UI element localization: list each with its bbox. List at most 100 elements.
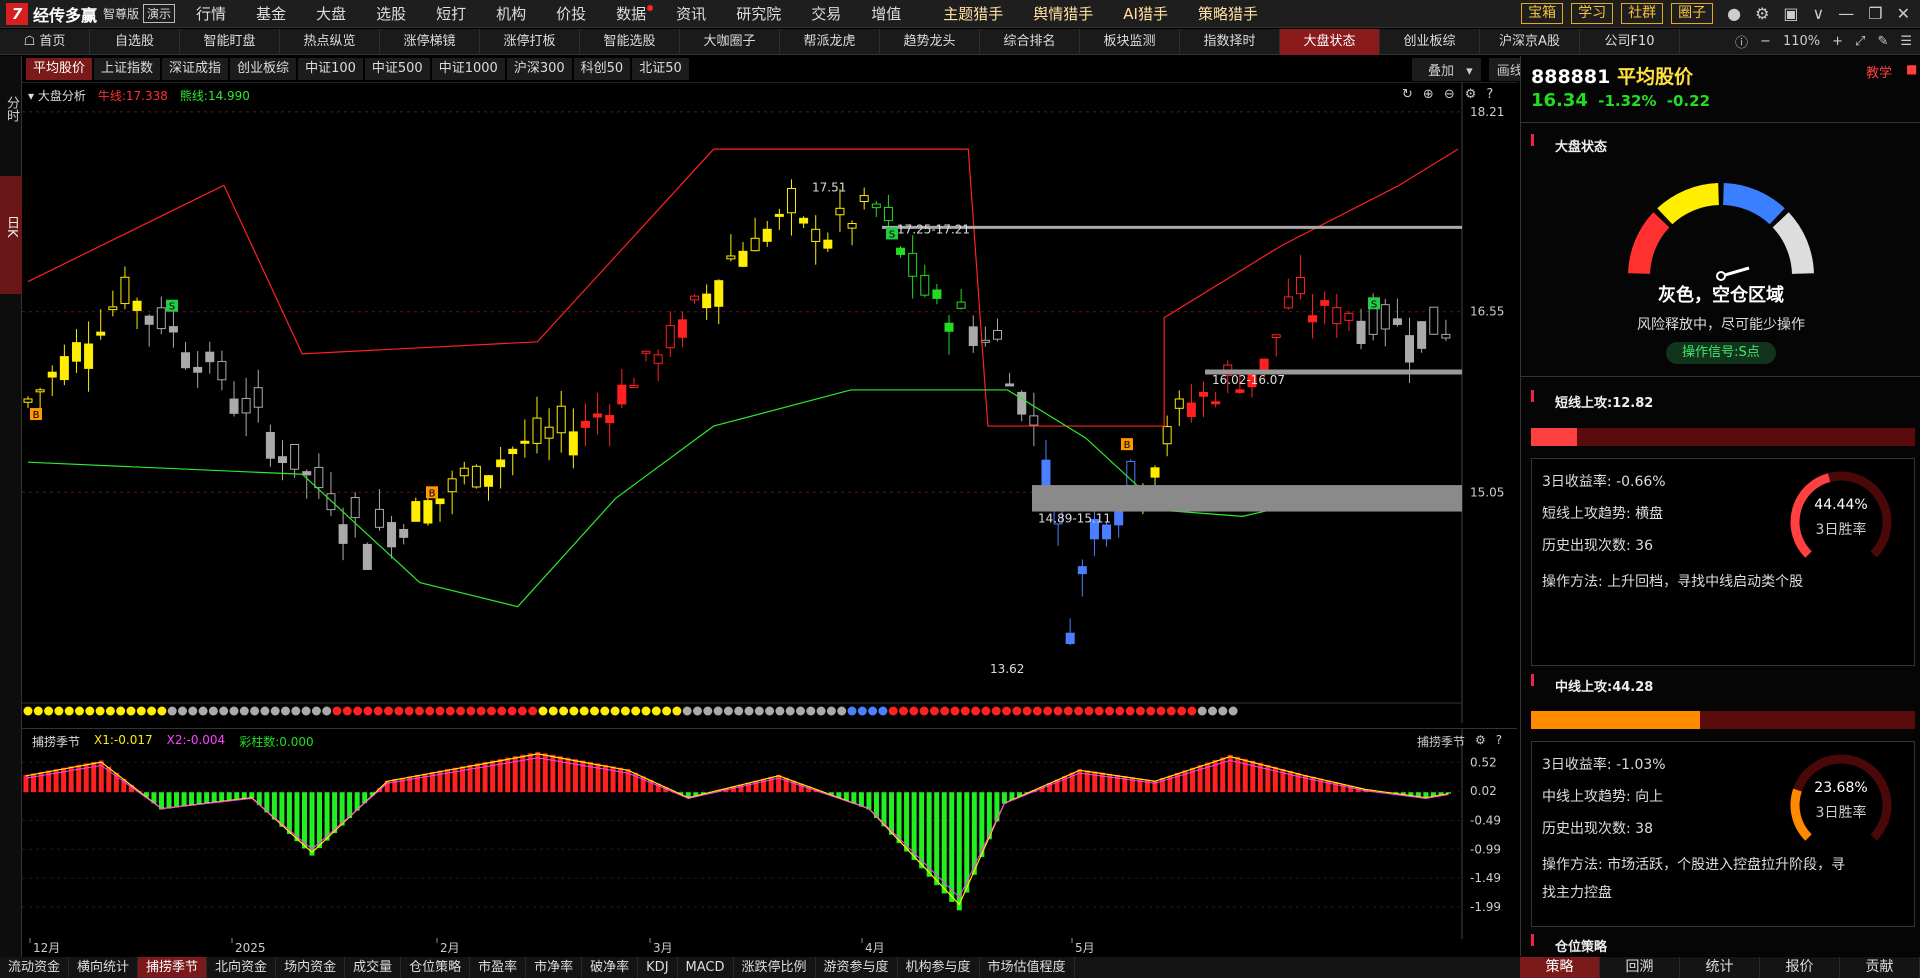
main-chart[interactable]: 18.21 16.55 15.05 17.51 17.25-17.21 16.02-16.… (22, 82, 1517, 723)
nav-item[interactable]: 智能选股 (580, 28, 680, 55)
right-bottom-tab[interactable]: 统计 (1680, 957, 1760, 978)
index-tab[interactable]: 北证50 (632, 58, 689, 80)
bottom-tab[interactable]: 涨跌停比例 (734, 957, 816, 978)
top-menu-item[interactable]: 选股 (361, 3, 421, 24)
indicator-panel[interactable]: 0.52 0.02 -0.49 -0.99 -1.49 -1.99 捕捞季节 X1:-0.… (22, 728, 1517, 939)
help-icon[interactable]: ? (1486, 87, 1493, 102)
chart-settings-icon[interactable]: ⚙ (1465, 87, 1477, 102)
top-button[interactable]: 社群 (1621, 3, 1664, 24)
settings-gear-icon[interactable]: ⚙ (1755, 4, 1769, 23)
indicator-help-icon[interactable]: ? (1496, 733, 1502, 750)
index-tab[interactable]: 上证指数 (94, 58, 161, 80)
demo-badge[interactable]: 演示 (143, 4, 176, 23)
buy-signal-icon[interactable]: B (426, 486, 438, 499)
pen-icon[interactable]: ✎ (1877, 34, 1888, 49)
indicator-settings-icon[interactable]: ⚙ (1475, 733, 1486, 750)
kline-chart-svg[interactable]: 18.21 16.55 15.05 17.51 17.25-17.21 16.02-16.… (22, 83, 1517, 723)
nav-item[interactable]: 热点纵览 (280, 28, 380, 55)
sell-signal-icon[interactable]: S (1368, 297, 1380, 310)
bottom-tab[interactable]: 场内资金 (276, 957, 346, 978)
buy-signal-icon[interactable]: B (30, 408, 42, 421)
nav-item[interactable]: 涨停打板 (480, 28, 580, 55)
bottom-tab[interactable]: 游资参与度 (816, 957, 898, 978)
top-menu-item[interactable]: 机构 (481, 3, 541, 24)
nav-item[interactable]: 大盘状态 (1280, 28, 1380, 55)
top-menu-item[interactable]: 大盘 (301, 3, 361, 24)
bottom-tab[interactable]: 破净率 (582, 957, 639, 978)
indicator-svg[interactable]: 0.52 0.02 -0.49 -0.99 -1.49 -1.99 (22, 729, 1517, 939)
nav-item[interactable]: 自选股 (90, 28, 180, 55)
top-button[interactable]: 圈子 (1671, 3, 1714, 24)
top-menu-item[interactable]: 价投 (541, 3, 601, 24)
bottom-tab[interactable]: 成交量 (345, 957, 402, 978)
chevron-down-icon[interactable]: ∨ (1813, 4, 1825, 23)
top-button[interactable]: 宝箱 (1521, 3, 1564, 24)
buy-signal-icon[interactable]: B (1121, 438, 1133, 451)
bottom-tab[interactable]: 市净率 (526, 957, 583, 978)
restore-icon[interactable]: ❐ (1868, 4, 1882, 23)
index-tab[interactable]: 中证1000 (431, 58, 505, 80)
nav-item[interactable]: 创业板综 (1380, 28, 1480, 55)
top-menu-item[interactable]: 增值 (856, 3, 916, 24)
add-icon[interactable]: ⊕ (1423, 87, 1434, 102)
bottom-tab[interactable]: 流动资金 (0, 957, 70, 978)
top-menu-item[interactable]: 交易 (796, 3, 856, 24)
index-tab[interactable]: 沪深300 (506, 58, 572, 80)
index-tab[interactable]: 中证500 (364, 58, 430, 80)
right-bottom-tab[interactable]: 贡献 (1840, 957, 1920, 978)
close-icon[interactable]: ✕ (1897, 4, 1910, 23)
teach-close-icon[interactable]: ■ (1906, 62, 1917, 76)
right-bottom-tab[interactable]: 策略 (1520, 957, 1600, 978)
signal-badge[interactable]: 操作信号:S点 (1666, 342, 1776, 364)
indicator-name[interactable]: 捕捞季节 (32, 733, 80, 750)
zoom-in-icon[interactable]: + (1832, 34, 1843, 49)
top-menu-item[interactable]: 基金 (241, 3, 301, 24)
day-k-tab[interactable]: 日K (0, 176, 22, 294)
sell-signal-icon[interactable]: S (886, 227, 898, 240)
index-tab[interactable]: 平均股价 (26, 58, 93, 80)
minus-icon[interactable]: ⊖ (1444, 87, 1455, 102)
fenshi-tab[interactable]: 分时 (0, 96, 22, 129)
bottom-tab[interactable]: 仓位策略 (401, 957, 471, 978)
top-button[interactable]: 学习 (1571, 3, 1614, 24)
bottom-tab[interactable]: 机构参与度 (898, 957, 980, 978)
hunter-menu-item[interactable]: 主题猎手 (928, 3, 1018, 24)
bottom-tab[interactable]: 捕捞季节 (138, 957, 208, 978)
sell-signal-icon[interactable]: S (166, 299, 178, 313)
expand-icon[interactable]: ⤢ (1855, 34, 1865, 49)
top-menu-item[interactable]: 数据 (601, 3, 661, 24)
nav-item[interactable]: 帮派龙虎 (780, 28, 880, 55)
index-tab[interactable]: 深证成指 (162, 58, 229, 80)
teach-link[interactable]: 教学 (1866, 62, 1892, 81)
nav-item[interactable]: 板块监测 (1080, 28, 1180, 55)
hunter-menu-item[interactable]: 策略猎手 (1183, 3, 1273, 24)
index-tab[interactable]: 科创50 (573, 58, 631, 80)
info-icon[interactable]: ⓘ (1735, 32, 1748, 51)
nav-item[interactable]: 指数择时 (1180, 28, 1280, 55)
bottom-tab[interactable]: 横向统计 (69, 957, 139, 978)
bottom-tab[interactable]: 北向资金 (207, 957, 277, 978)
nav-item[interactable]: 沪深京A股 (1480, 28, 1580, 55)
window-icon[interactable]: ▣ (1783, 4, 1798, 23)
minimize-icon[interactable]: — (1838, 4, 1854, 23)
bottom-tab[interactable]: KDJ (638, 957, 678, 978)
hunter-menu-item[interactable]: 舆情猎手 (1018, 3, 1108, 24)
bottom-tab[interactable]: 市盈率 (470, 957, 527, 978)
nav-item[interactable]: 趋势龙头 (880, 28, 980, 55)
bottom-tab[interactable]: MACD (678, 957, 734, 978)
user-icon[interactable]: ● (1727, 4, 1741, 23)
refresh-icon[interactable]: ↻ (1402, 87, 1413, 102)
top-menu-item[interactable]: 研究院 (721, 3, 796, 24)
nav-item[interactable]: 大咖圈子 (680, 28, 780, 55)
zoom-out-icon[interactable]: − (1760, 34, 1771, 49)
top-menu-item[interactable]: 行情 (181, 3, 241, 24)
top-menu-item[interactable]: 短打 (421, 3, 481, 24)
right-bottom-tab[interactable]: 报价 (1760, 957, 1840, 978)
nav-home[interactable]: ☖ 首页 (0, 28, 90, 55)
index-tab[interactable]: 创业板综 (230, 58, 297, 80)
chart-name[interactable]: ▾ 大盘分析 (28, 87, 86, 104)
nav-item[interactable]: 综合排名 (980, 28, 1080, 55)
right-bottom-tab[interactable]: 回溯 (1600, 957, 1680, 978)
hunter-menu-item[interactable]: AI猎手 (1108, 3, 1183, 24)
menu-icon[interactable]: ☰ (1900, 34, 1912, 49)
